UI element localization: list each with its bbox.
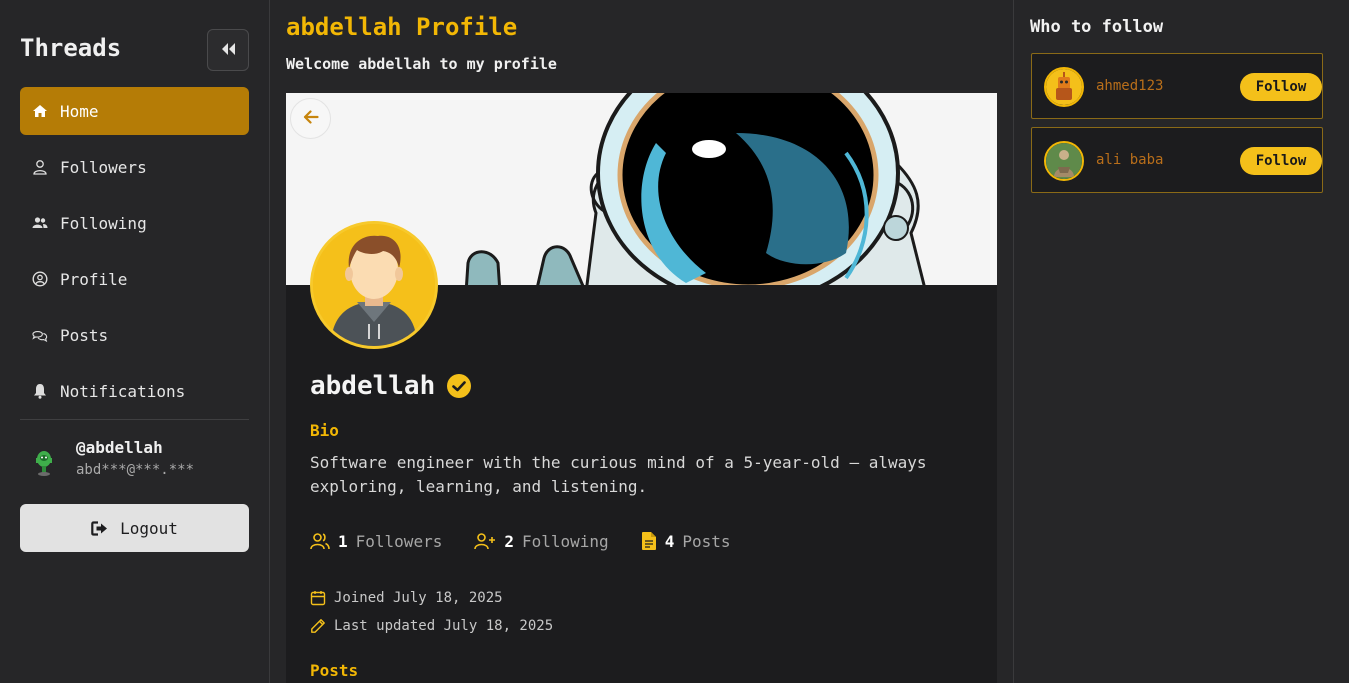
suggestion-item[interactable]: ali baba Follow	[1031, 127, 1323, 193]
user-email: abd***@***.***	[76, 462, 195, 478]
avatar	[1044, 141, 1084, 181]
updated-date: Last updated July 18, 2025	[310, 618, 553, 634]
follow-button[interactable]: Follow	[1240, 73, 1322, 101]
brand-title: Threads	[20, 34, 122, 62]
stat-followers[interactable]: 1 Followers	[310, 532, 442, 551]
joined-date: Joined July 18, 2025	[310, 590, 503, 606]
profile-avatar	[310, 221, 438, 349]
sidebar-item-label: Home	[60, 101, 99, 121]
stat-value: 4	[664, 531, 675, 551]
suggestion-name[interactable]: ahmed123	[1096, 78, 1163, 94]
stat-label: Following	[521, 531, 609, 551]
sidebar-item-notifications[interactable]: Notifications	[20, 367, 249, 415]
pencil-icon	[310, 618, 326, 634]
updated-text: Last updated July 18, 2025	[334, 618, 554, 634]
user-plus-icon	[474, 532, 496, 550]
sidebar-item-label: Posts	[60, 325, 109, 345]
sidebar-item-label: Notifications	[60, 381, 186, 401]
profile-name-text: abdellah	[310, 371, 436, 401]
sidebar-nav: Home Followers Following Profile Posts N…	[20, 87, 249, 423]
posts-heading: Posts	[310, 661, 359, 680]
page-subtitle: Welcome abdellah to my profile	[286, 55, 557, 73]
home-icon	[32, 103, 48, 119]
bio-text: Software engineer with the curious mind …	[310, 453, 927, 496]
stat-posts[interactable]: 4 Posts	[641, 531, 731, 551]
users-icon	[310, 532, 330, 550]
sidebar-item-followers[interactable]: Followers	[20, 143, 249, 191]
user-icon	[32, 159, 48, 175]
logout-button[interactable]: Logout	[20, 504, 249, 552]
profile-card: abdellah Bio Software engineer with the …	[286, 93, 997, 683]
main-content: abdellah Profile Welcome abdellah to my …	[271, 0, 1013, 683]
sidebar-item-label: Following	[60, 213, 147, 233]
panel-title: Who to follow	[1030, 17, 1164, 37]
divider	[20, 419, 249, 420]
logout-label: Logout	[120, 518, 178, 538]
verified-badge-icon	[447, 374, 472, 398]
stat-label: Followers	[355, 531, 443, 551]
suggestion-item[interactable]: ahmed123 Follow	[1031, 53, 1323, 119]
page-title: abdellah Profile	[286, 13, 518, 41]
sidebar-item-label: Followers	[60, 157, 147, 177]
profile-stats: 1 Followers 2 Following 4 Posts	[310, 531, 763, 551]
profile-name: abdellah	[310, 371, 472, 401]
document-icon	[641, 531, 657, 551]
sidebar-item-posts[interactable]: Posts	[20, 311, 249, 359]
users-icon	[32, 215, 48, 231]
back-button[interactable]	[290, 98, 331, 139]
who-to-follow-panel: Who to follow ahmed123 Follow ali baba F…	[1013, 0, 1349, 683]
sidebar: Threads Home Followers Following Profile…	[0, 0, 270, 683]
calendar-icon	[310, 590, 326, 606]
bio-label: Bio	[310, 421, 339, 440]
joined-text: Joined July 18, 2025	[334, 590, 503, 606]
stat-value: 1	[338, 531, 348, 551]
collapse-sidebar-button[interactable]	[207, 29, 249, 71]
stat-value: 2	[504, 531, 514, 551]
chat-icon	[32, 327, 48, 343]
user-handle: @abdellah	[76, 438, 163, 457]
sidebar-item-label: Profile	[60, 269, 128, 289]
arrow-left-icon	[303, 109, 319, 128]
logout-icon	[91, 520, 108, 536]
user-circle-icon	[32, 271, 48, 287]
avatar	[32, 447, 56, 477]
suggestion-name[interactable]: ali baba	[1096, 152, 1163, 168]
stat-label: Posts	[682, 531, 731, 551]
double-chevron-left-icon	[220, 41, 236, 60]
avatar	[1044, 67, 1084, 107]
bell-icon	[32, 383, 48, 399]
follow-button[interactable]: Follow	[1240, 147, 1322, 175]
stat-following[interactable]: 2 Following	[474, 531, 609, 551]
sidebar-item-home[interactable]: Home	[20, 87, 249, 135]
sidebar-item-profile[interactable]: Profile	[20, 255, 249, 303]
current-user-card[interactable]: @abdellah abd***@***.***	[20, 437, 249, 485]
sidebar-item-following[interactable]: Following	[20, 199, 249, 247]
